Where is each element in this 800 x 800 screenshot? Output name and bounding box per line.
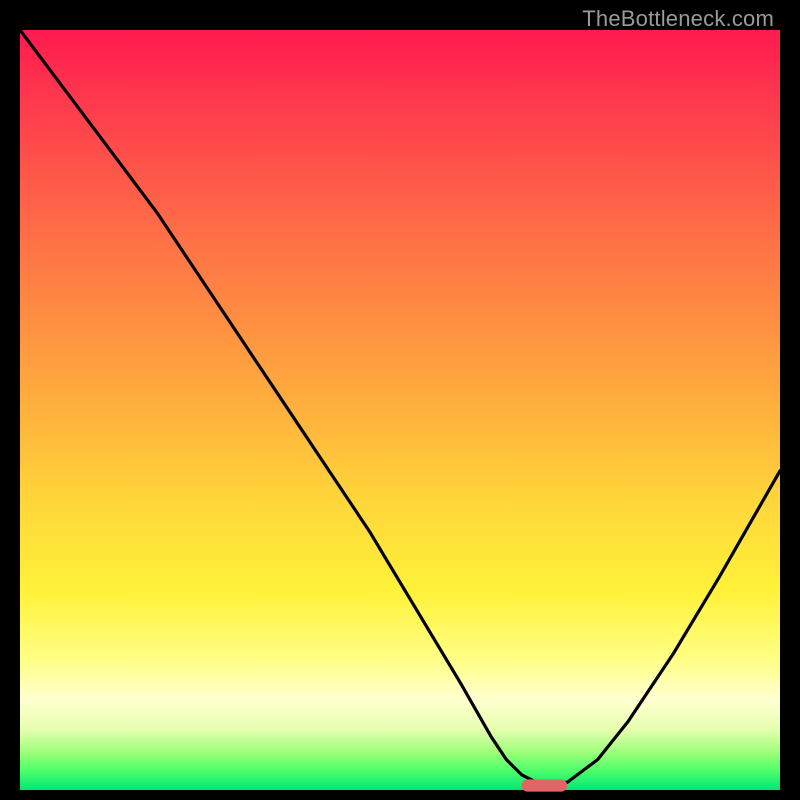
- chart-frame: [20, 30, 780, 790]
- watermark-text: TheBottleneck.com: [582, 6, 774, 32]
- optimum-marker: [522, 779, 568, 791]
- bottleneck-curve: [20, 30, 780, 782]
- chart-overlay: [20, 30, 780, 790]
